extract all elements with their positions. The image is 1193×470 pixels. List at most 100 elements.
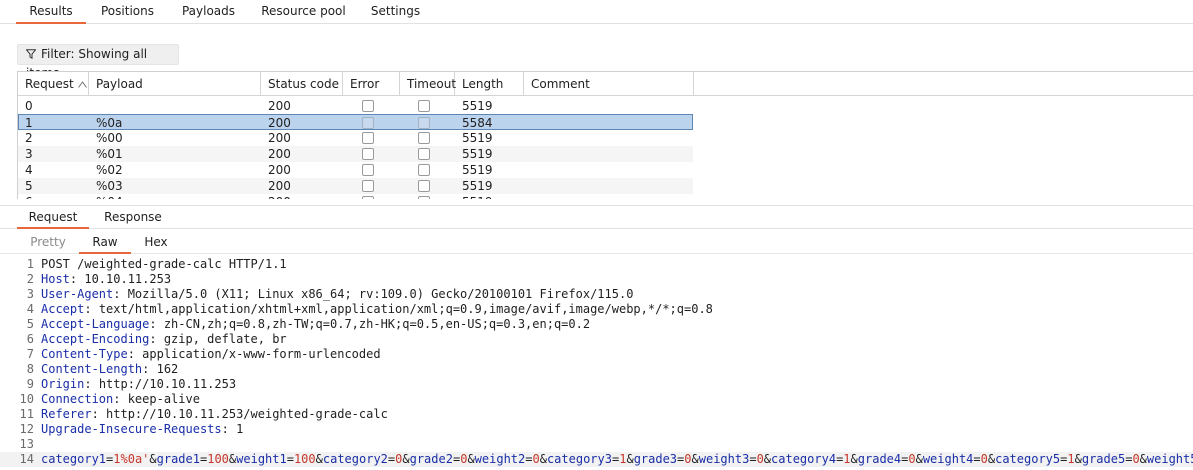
error-checkbox: [362, 164, 374, 176]
code-text: Content-Type: application/x-www-form-url…: [41, 347, 381, 361]
header-value: http://10.10.11.253: [98, 377, 237, 391]
column-header-error[interactable]: Error: [343, 72, 400, 96]
header-value: application/x-www-form-urlencoded: [142, 347, 381, 361]
code-line: 1 POST /weighted-grade-calc HTTP/1.1: [0, 257, 1193, 272]
line-number: 8: [26, 362, 34, 376]
header-name: Accept-Encoding: [41, 332, 150, 346]
cell-status: 200: [268, 147, 291, 161]
cell-payload: %0a: [96, 116, 123, 130]
error-checkbox: [362, 100, 374, 112]
cell-request: 5: [25, 179, 33, 193]
param-key: grade1: [156, 452, 200, 466]
tab-positions[interactable]: Positions: [97, 0, 158, 24]
param-key: category5: [995, 452, 1061, 466]
cell-length: 5519: [462, 179, 493, 193]
table-row[interactable]: 3 %01 200 5519: [18, 146, 693, 162]
column-header-length[interactable]: Length: [455, 72, 524, 96]
column-header-payload[interactable]: Payload: [89, 72, 261, 96]
code-line: 8 Content-Length: 162: [0, 362, 1193, 377]
param-key: weight3: [698, 452, 750, 466]
param-value: 1: [1067, 452, 1075, 466]
header-name: Referer: [41, 407, 92, 421]
cell-length: 5519: [462, 163, 493, 177]
line-number: 6: [26, 332, 34, 346]
column-header-timeout[interactable]: Timeout: [400, 72, 456, 96]
request-editor[interactable]: 1 POST /weighted-grade-calc HTTP/1.1 2 Host…: [0, 256, 1193, 470]
cell-request: 6: [18, 194, 33, 199]
timeout-checkbox: [418, 164, 430, 176]
table-row[interactable]: 4 %02 200 5519: [18, 162, 693, 178]
param-value: 1%0a': [113, 452, 150, 466]
tab-pretty[interactable]: Pretty: [19, 233, 77, 254]
tab-response[interactable]: Response: [98, 208, 168, 229]
code-text: Connection: keep-alive: [41, 392, 200, 406]
header-value: 162: [156, 362, 179, 376]
line-number: 12: [19, 422, 34, 436]
cell-status: 200: [261, 194, 291, 199]
param-value: 0: [980, 452, 988, 466]
code-line: 2 Host: 10.10.11.253: [0, 272, 1193, 287]
header-name: Accept: [41, 302, 85, 316]
param-value: 0: [532, 452, 540, 466]
cell-payload: %02: [96, 163, 123, 177]
tab-payloads[interactable]: Payloads: [178, 0, 239, 24]
param-value: 0: [1132, 452, 1140, 466]
table-header: Request Payload Status code Error Timeou…: [18, 72, 1193, 96]
header-value: keep-alive: [127, 392, 200, 406]
error-checkbox: [362, 132, 374, 144]
timeout-checkbox: [418, 132, 430, 144]
table-row[interactable]: 0 200 5519: [18, 98, 693, 114]
cell-status: 200: [268, 163, 291, 177]
sort-ascending-icon: [77, 81, 87, 88]
filter-button[interactable]: Filter: Showing all items: [17, 44, 179, 80]
header-name: Content-Length: [41, 362, 143, 376]
table-row[interactable]: 6 %04 200 5519: [18, 194, 693, 199]
param-key: grade3: [633, 452, 678, 466]
header-value: 10.10.11.253: [84, 272, 172, 286]
code-line: 12 Upgrade-Insecure-Requests: 1: [0, 422, 1193, 437]
tab-resource-pool[interactable]: Resource pool: [259, 0, 348, 24]
error-checkbox: [362, 117, 374, 129]
code-line: 5 Accept-Language: zh-CN,zh;q=0.8,zh-TW;q…: [0, 317, 1193, 332]
header-name: Connection: [41, 392, 114, 406]
param-key: grade4: [857, 452, 902, 466]
param-value: 0: [908, 452, 916, 466]
code-text: POST /weighted-grade-calc HTTP/1.1: [41, 257, 287, 271]
line-number: 2: [26, 272, 34, 286]
line-number: 11: [19, 407, 34, 421]
code-line: 13: [0, 437, 1193, 452]
param-key: category2: [322, 452, 388, 466]
cell-payload: %04: [89, 194, 123, 199]
tab-request[interactable]: Request: [17, 208, 89, 229]
header-value: http://10.10.11.253/weighted-grade-calc: [106, 407, 388, 421]
tab-results[interactable]: Results: [16, 0, 86, 24]
timeout-checkbox: [418, 117, 430, 129]
table-row[interactable]: 2 %00 200 5519: [18, 130, 693, 146]
column-header-comment[interactable]: Comment: [524, 72, 694, 96]
column-header-status-code[interactable]: Status code: [261, 72, 343, 96]
code-text: Accept: text/html,application/xhtml+xml,…: [41, 302, 713, 316]
code-line-body: 14 category1=1%0a'&grade1=100&weight1=100…: [0, 452, 1193, 467]
code-text: Host: 10.10.11.253: [41, 272, 172, 286]
code-text: Accept-Language: zh-CN,zh;q=0.8,zh-TW;q=…: [41, 317, 591, 331]
column-header-request[interactable]: Request: [18, 72, 89, 96]
cell-length: 5519: [455, 194, 493, 199]
table-row[interactable]: 1 %0a 200 5584: [18, 114, 693, 130]
code-line: 9 Origin: http://10.10.11.253: [0, 377, 1193, 392]
cell-length: 5519: [462, 99, 493, 113]
param-key: weight1: [236, 452, 287, 466]
tab-settings[interactable]: Settings: [367, 0, 424, 24]
table-row[interactable]: 5 %03 200 5519: [18, 178, 693, 194]
tab-hex[interactable]: Hex: [133, 233, 179, 254]
code-text: Accept-Encoding: gzip, deflate, br: [41, 332, 287, 346]
param-value: 100: [293, 452, 316, 466]
param-key: category1: [41, 452, 107, 466]
code-text: Origin: http://10.10.11.253: [41, 377, 237, 391]
view-tab-bar: Pretty Raw Hex: [0, 232, 1193, 254]
tab-raw[interactable]: Raw: [79, 233, 131, 254]
code-text: Upgrade-Insecure-Requests: 1: [41, 422, 244, 436]
error-checkbox: [362, 148, 374, 160]
param-key: weight4: [922, 452, 974, 466]
code-line: 10 Connection: keep-alive: [0, 392, 1193, 407]
cell-length: 5519: [462, 131, 493, 145]
